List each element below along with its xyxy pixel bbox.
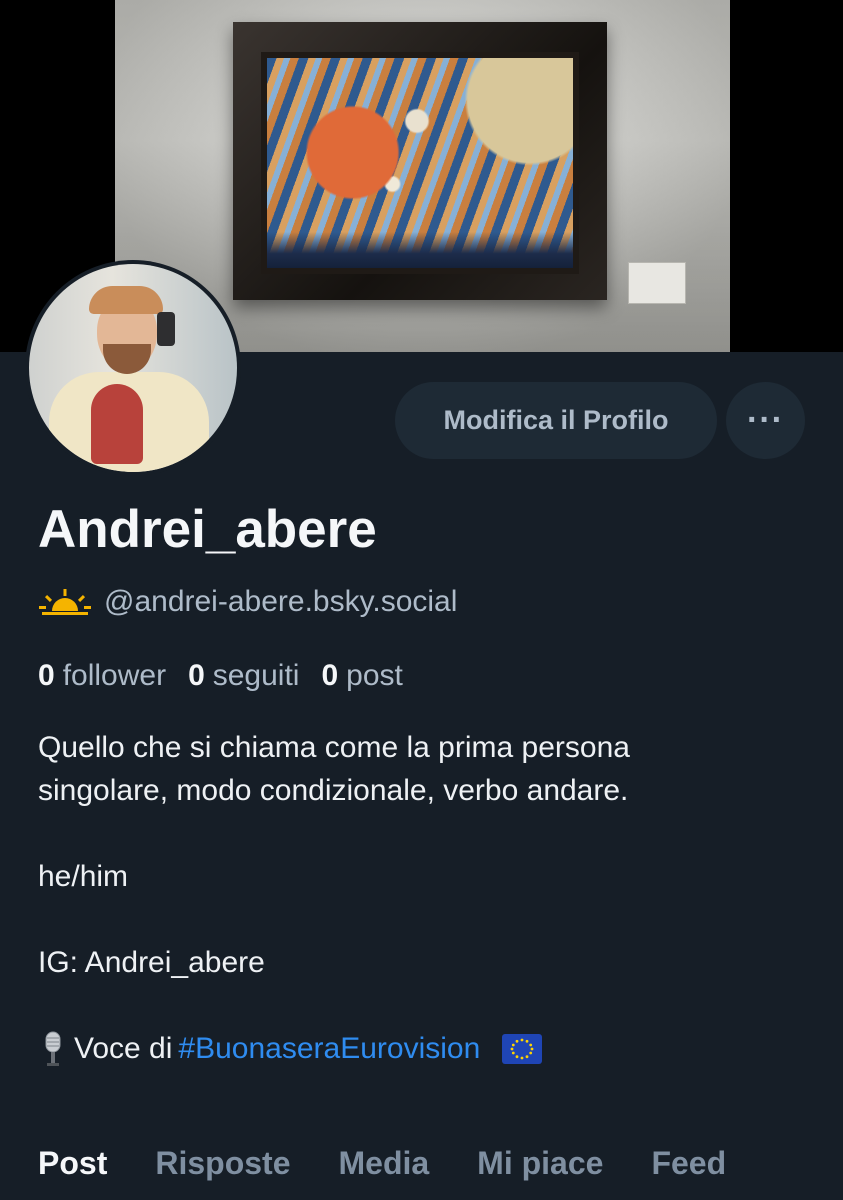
bio-instagram: IG: Andrei_abere [38, 946, 265, 979]
profile-stats: 0 follower 0 seguiti 0 post [38, 654, 425, 698]
tab-post[interactable]: Post [38, 1145, 107, 1182]
handle-row: @andrei-abere.bsky.social [38, 582, 457, 622]
avatar-photo [29, 264, 237, 472]
edit-profile-label: Modifica il Profilo [443, 405, 669, 435]
tab-feed[interactable]: Feed [651, 1145, 726, 1182]
stat-followers[interactable]: 0 follower [38, 659, 166, 693]
handle[interactable]: @andrei-abere.bsky.social [104, 585, 457, 619]
bio-pronouns: he/him [38, 860, 129, 893]
avatar[interactable] [25, 260, 241, 476]
profile-bio: Quello che si chiama come la prima perso… [38, 726, 818, 1070]
stat-following[interactable]: 0 seguiti [188, 659, 299, 693]
posts-count: 0 [321, 659, 339, 692]
tab-risposte[interactable]: Risposte [155, 1145, 290, 1182]
profile-tabs: Post Risposte Media Mi piace Feed [38, 1138, 726, 1188]
following-label: seguiti [212, 659, 300, 692]
followers-count: 0 [38, 659, 55, 692]
bio-voice-line: Voce di #BuonaseraEurovision [38, 1027, 818, 1070]
stat-posts: 0 post [321, 659, 402, 693]
hashtag-link[interactable]: #BuonaseraEurovision [178, 1027, 480, 1070]
sunrise-icon [39, 589, 91, 615]
more-options-button[interactable]: ··· [726, 382, 805, 459]
bio-line-2: singolare, modo condizionale, verbo anda… [38, 774, 629, 807]
tab-mi-piace[interactable]: Mi piace [477, 1145, 603, 1182]
bio-line-1: Quello che si chiama come la prima perso… [38, 731, 630, 764]
more-icon: ··· [747, 401, 784, 439]
tab-media[interactable]: Media [338, 1145, 429, 1182]
painting-image [267, 58, 573, 268]
microphone-icon [45, 1031, 61, 1066]
following-count: 0 [188, 659, 205, 692]
display-name: Andrei_abere [38, 500, 377, 559]
wall-plaque [628, 262, 686, 304]
edit-profile-button[interactable]: Modifica il Profilo [395, 382, 717, 459]
followers-label: follower [62, 659, 167, 692]
painting-frame [233, 22, 607, 300]
voice-prefix: Voce di [74, 1032, 173, 1065]
posts-label: post [346, 659, 403, 692]
eu-flag-icon [502, 1033, 543, 1064]
